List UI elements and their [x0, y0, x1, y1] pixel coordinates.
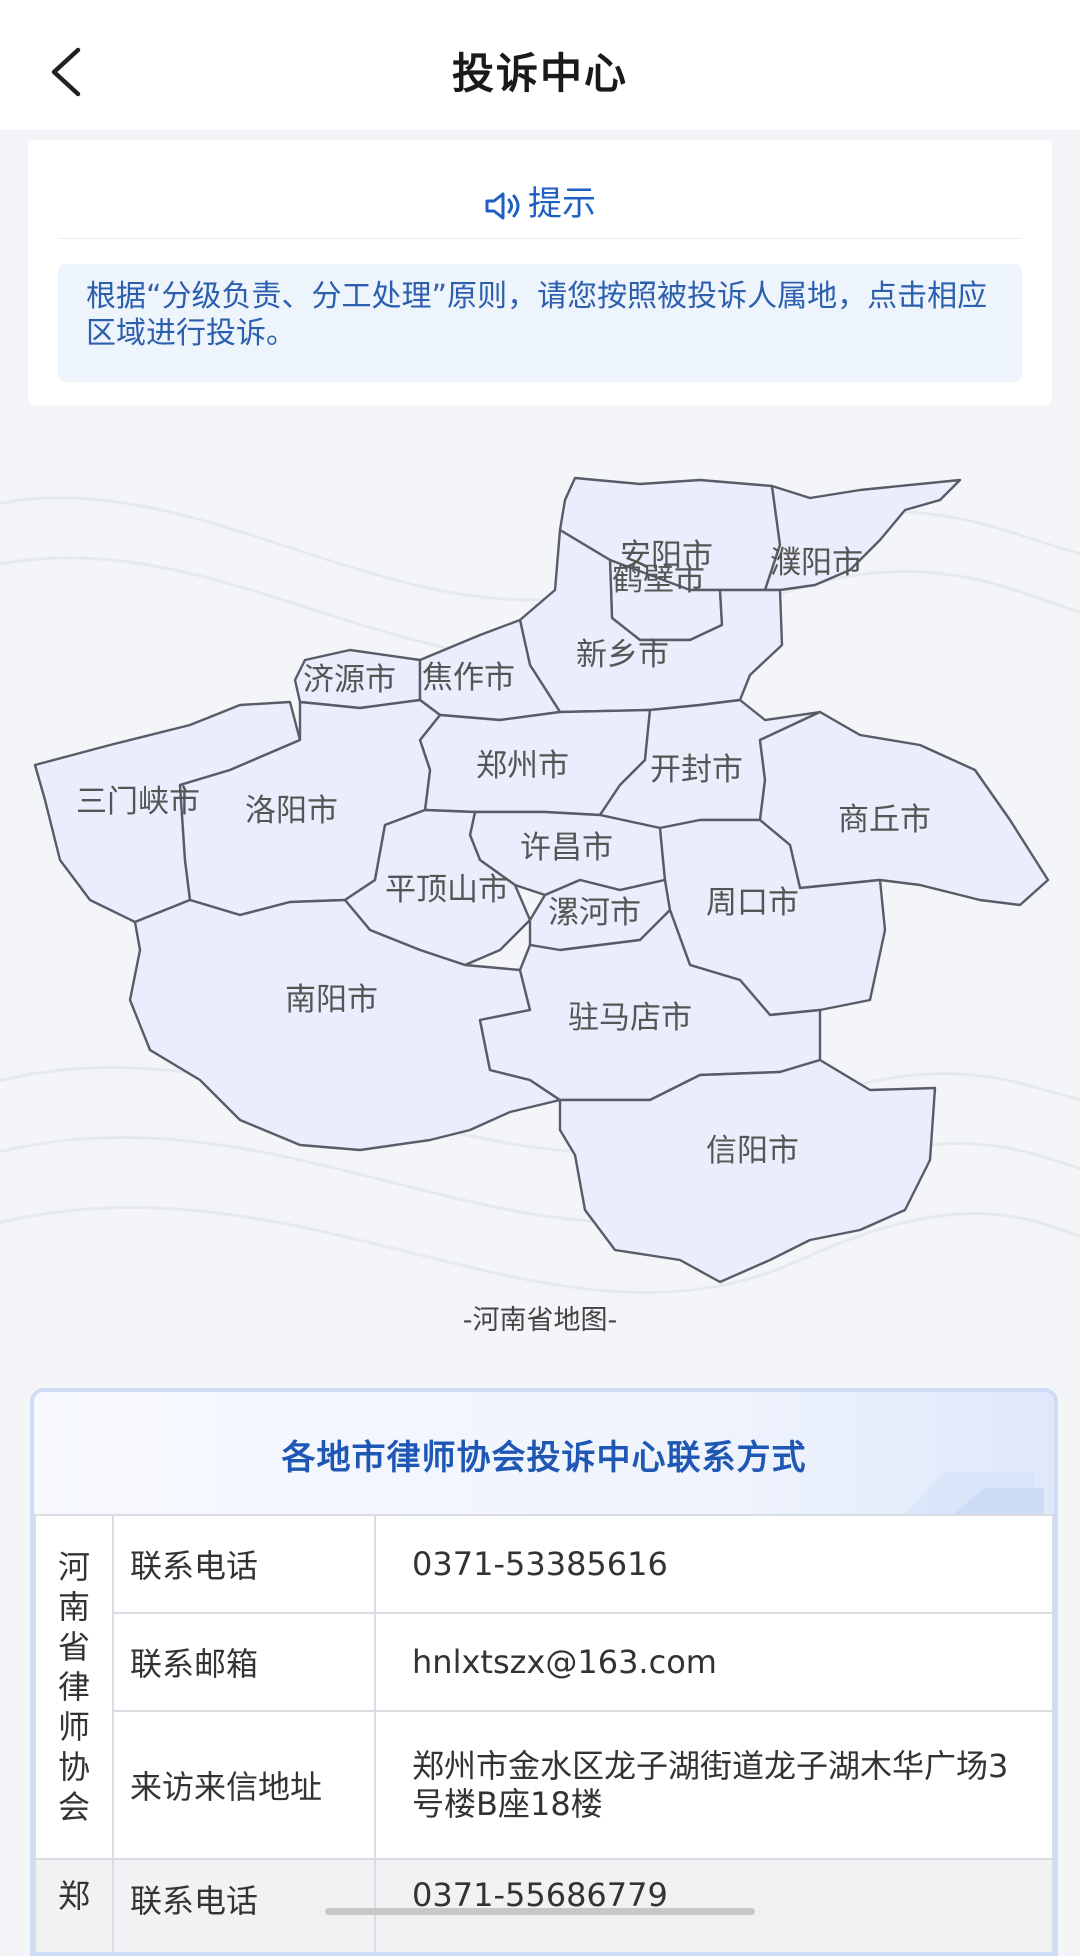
region-label-xinyang: 信阳市	[706, 1133, 799, 1169]
region-label-nanyang: 南阳市	[285, 982, 378, 1018]
speaker-icon	[485, 192, 520, 220]
contact-card: 各地市律师协会投诉中心联系方式 河南省律师协会 联系电话 0371-533856…	[30, 1388, 1058, 1956]
tip-header: 提示	[28, 176, 1052, 225]
tip-title: 提示	[528, 184, 596, 224]
region-label-xinxiang: 新乡市	[576, 637, 669, 673]
row-key: 联系电话	[112, 1514, 376, 1614]
page-title: 投诉中心	[451, 49, 628, 98]
org-name: 河南省律师协会	[57, 1548, 90, 1826]
map-svg: 安阳市 鹤壁市 濮阳市 新乡市 济源市 焦作市 郑州市 开封市 商丘市 三门峡市…	[33, 476, 1050, 1284]
app-header: 投诉中心	[0, 0, 1080, 130]
org-name-cell: 郑	[34, 1858, 114, 1952]
tip-text: 根据“分级负责、分工处理”原则，请您按照被投诉人属地，点击相应区域进行投诉。	[58, 264, 1022, 382]
region-label-sanmenxia: 三门峡市	[76, 784, 200, 820]
contacts-table: 河南省律师协会 联系电话 0371-53385616 联系邮箱 hnlxtszx…	[34, 1514, 1054, 1952]
divider	[58, 238, 1022, 239]
contact-title-bar: 各地市律师协会投诉中心联系方式	[34, 1392, 1054, 1514]
region-label-kaifeng: 开封市	[650, 752, 743, 788]
phone-value[interactable]: 0371-53385616	[374, 1514, 1054, 1614]
region-label-puyang: 濮阳市	[770, 545, 863, 581]
org-name: 郑	[57, 1877, 90, 1915]
region-label-jiyuan: 济源市	[303, 662, 396, 698]
table-row: 来访来信地址 郑州市金水区龙子湖街道龙子湖木华广场3号楼B座18楼	[35, 1710, 1054, 1860]
row-key: 来访来信地址	[112, 1710, 376, 1860]
email-value[interactable]: hnlxtszx@163.com	[374, 1612, 1054, 1712]
region-label-luohe: 漯河市	[548, 895, 641, 931]
region-label-zhoukou: 周口市	[706, 885, 799, 921]
region-label-zhengzhou: 郑州市	[476, 748, 569, 784]
region-label-pingdingshan: 平顶山市	[385, 872, 509, 908]
org-name-cell: 河南省律师协会	[34, 1514, 114, 1860]
henan-map: 安阳市 鹤壁市 濮阳市 新乡市 济源市 焦作市 郑州市 开封市 商丘市 三门峡市…	[0, 440, 1080, 1300]
home-indicator[interactable]	[325, 1908, 755, 1915]
region-label-zhumadian: 驻马店市	[568, 1000, 692, 1036]
address-value: 郑州市金水区龙子湖街道龙子湖木华广场3号楼B座18楼	[374, 1710, 1054, 1860]
map-caption: -河南省地图-	[462, 1305, 618, 1336]
region-label-luoyang: 洛阳市	[245, 793, 338, 829]
region-label-shangqiu: 商丘市	[838, 802, 931, 838]
row-key: 联系邮箱	[112, 1612, 376, 1712]
region-label-jiaozuo: 焦作市	[422, 660, 515, 696]
table-row: 联系邮箱 hnlxtszx@163.com	[35, 1612, 1054, 1712]
region-label-hebi: 鹤壁市	[612, 562, 705, 598]
region-label-xuchang: 许昌市	[520, 830, 613, 866]
contact-title: 各地市律师协会投诉中心联系方式	[281, 1438, 807, 1478]
table-row: 河南省律师协会 联系电话 0371-53385616	[34, 1514, 1054, 1860]
tip-card: 提示 根据“分级负责、分工处理”原则，请您按照被投诉人属地，点击相应区域进行投诉…	[28, 140, 1052, 405]
